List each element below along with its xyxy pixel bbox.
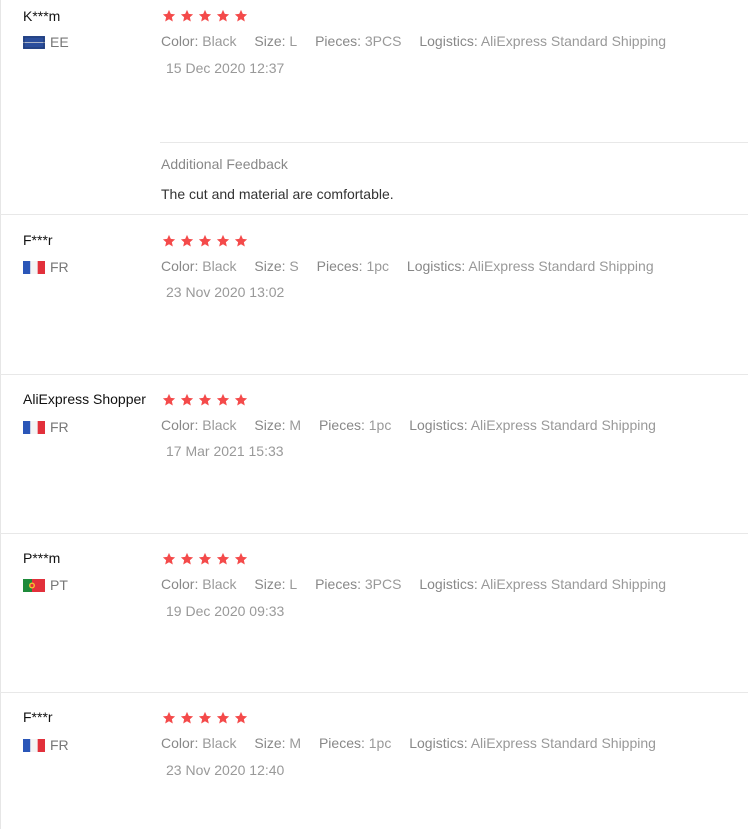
order-attributes: Color: Black Size: L Pieces: 3PCS Logist… xyxy=(161,576,680,592)
star-rating xyxy=(162,234,252,250)
attr-logistics: Logistics: AliExpress Standard Shipping xyxy=(419,576,667,592)
attr-size: Size: M xyxy=(254,735,302,751)
review-date: 15 Dec 2020 12:37 xyxy=(166,60,285,76)
attr-color: Color: Black xyxy=(161,417,237,433)
order-attributes: Color: Black Size: S Pieces: 1pc Logisti… xyxy=(161,258,668,274)
reviewer-name: K***m xyxy=(23,8,61,24)
star-icon xyxy=(216,234,230,248)
attr-size: Size: L xyxy=(254,576,298,592)
attr-size: Size: S xyxy=(254,258,299,274)
star-icon xyxy=(198,9,212,23)
order-attributes: Color: Black Size: L Pieces: 3PCS Logist… xyxy=(161,33,680,49)
review-date: 19 Dec 2020 09:33 xyxy=(166,603,285,619)
flag-fr-icon xyxy=(23,420,45,434)
feedback-divider xyxy=(160,142,748,143)
reviewer-country: EE xyxy=(23,34,69,50)
additional-feedback-text: The cut and material are comfortable. xyxy=(161,186,394,202)
review-divider xyxy=(0,533,748,534)
page-left-border xyxy=(0,0,1,829)
attr-color: Color: Black xyxy=(161,576,237,592)
country-code: FR xyxy=(50,419,69,435)
country-code: PT xyxy=(50,577,68,593)
review-divider xyxy=(0,214,748,215)
star-icon xyxy=(216,9,230,23)
attr-logistics: Logistics: AliExpress Standard Shipping xyxy=(409,735,656,751)
country-code: EE xyxy=(50,34,69,50)
star-icon xyxy=(180,9,194,23)
star-icon xyxy=(216,552,230,566)
reviewer-name: F***r xyxy=(23,232,53,248)
attr-color: Color: Black xyxy=(161,33,237,49)
review-date: 17 Mar 2021 15:33 xyxy=(166,443,284,459)
star-rating xyxy=(162,552,252,568)
attr-logistics: Logistics: AliExpress Standard Shipping xyxy=(419,33,667,49)
reviewer-country: FR xyxy=(23,737,69,753)
attr-size: Size: L xyxy=(254,33,298,49)
star-icon xyxy=(216,393,230,407)
reviewer-country: FR xyxy=(23,419,69,435)
flag-pt-icon xyxy=(23,578,45,592)
star-rating xyxy=(162,9,252,25)
star-icon xyxy=(180,393,194,407)
star-icon xyxy=(162,234,176,248)
star-icon xyxy=(162,552,176,566)
reviewer-name: AliExpress Shopper xyxy=(23,391,146,407)
order-attributes: Color: Black Size: M Pieces: 1pc Logisti… xyxy=(161,735,670,751)
star-icon xyxy=(234,711,248,725)
star-rating xyxy=(162,393,252,409)
reviewer-country: PT xyxy=(23,577,68,593)
star-icon xyxy=(180,711,194,725)
star-icon xyxy=(162,393,176,407)
attr-pieces: Pieces: 3PCS xyxy=(315,33,402,49)
star-icon xyxy=(234,234,248,248)
review-divider xyxy=(0,692,748,693)
review-divider xyxy=(0,374,748,375)
star-icon xyxy=(180,552,194,566)
additional-feedback-title: Additional Feedback xyxy=(161,156,288,172)
reviewer-name: F***r xyxy=(23,709,53,725)
review-date: 23 Nov 2020 13:02 xyxy=(166,284,285,300)
attr-logistics: Logistics: AliExpress Standard Shipping xyxy=(409,417,656,433)
flag-ee-icon xyxy=(23,35,45,49)
order-attributes: Color: Black Size: M Pieces: 1pc Logisti… xyxy=(161,417,670,433)
attr-logistics: Logistics: AliExpress Standard Shipping xyxy=(406,258,654,274)
flag-fr-icon xyxy=(23,738,45,752)
star-icon xyxy=(234,9,248,23)
attr-pieces: Pieces: 1pc xyxy=(318,417,392,433)
star-icon xyxy=(234,552,248,566)
reviewer-country: FR xyxy=(23,259,69,275)
star-icon xyxy=(198,711,212,725)
star-icon xyxy=(198,234,212,248)
star-icon xyxy=(162,711,176,725)
reviewer-name: P***m xyxy=(23,550,61,566)
star-rating xyxy=(162,711,252,727)
review-date: 23 Nov 2020 12:40 xyxy=(166,762,285,778)
attr-color: Color: Black xyxy=(161,258,237,274)
attr-pieces: Pieces: 3PCS xyxy=(315,576,402,592)
attr-color: Color: Black xyxy=(161,735,237,751)
star-icon xyxy=(216,711,230,725)
country-code: FR xyxy=(50,259,69,275)
attr-pieces: Pieces: 1pc xyxy=(318,735,392,751)
star-icon xyxy=(180,234,194,248)
star-icon xyxy=(198,393,212,407)
attr-size: Size: M xyxy=(254,417,302,433)
star-icon xyxy=(234,393,248,407)
country-code: FR xyxy=(50,737,69,753)
star-icon xyxy=(162,9,176,23)
attr-pieces: Pieces: 1pc xyxy=(316,258,390,274)
star-icon xyxy=(198,552,212,566)
flag-fr-icon xyxy=(23,260,45,274)
